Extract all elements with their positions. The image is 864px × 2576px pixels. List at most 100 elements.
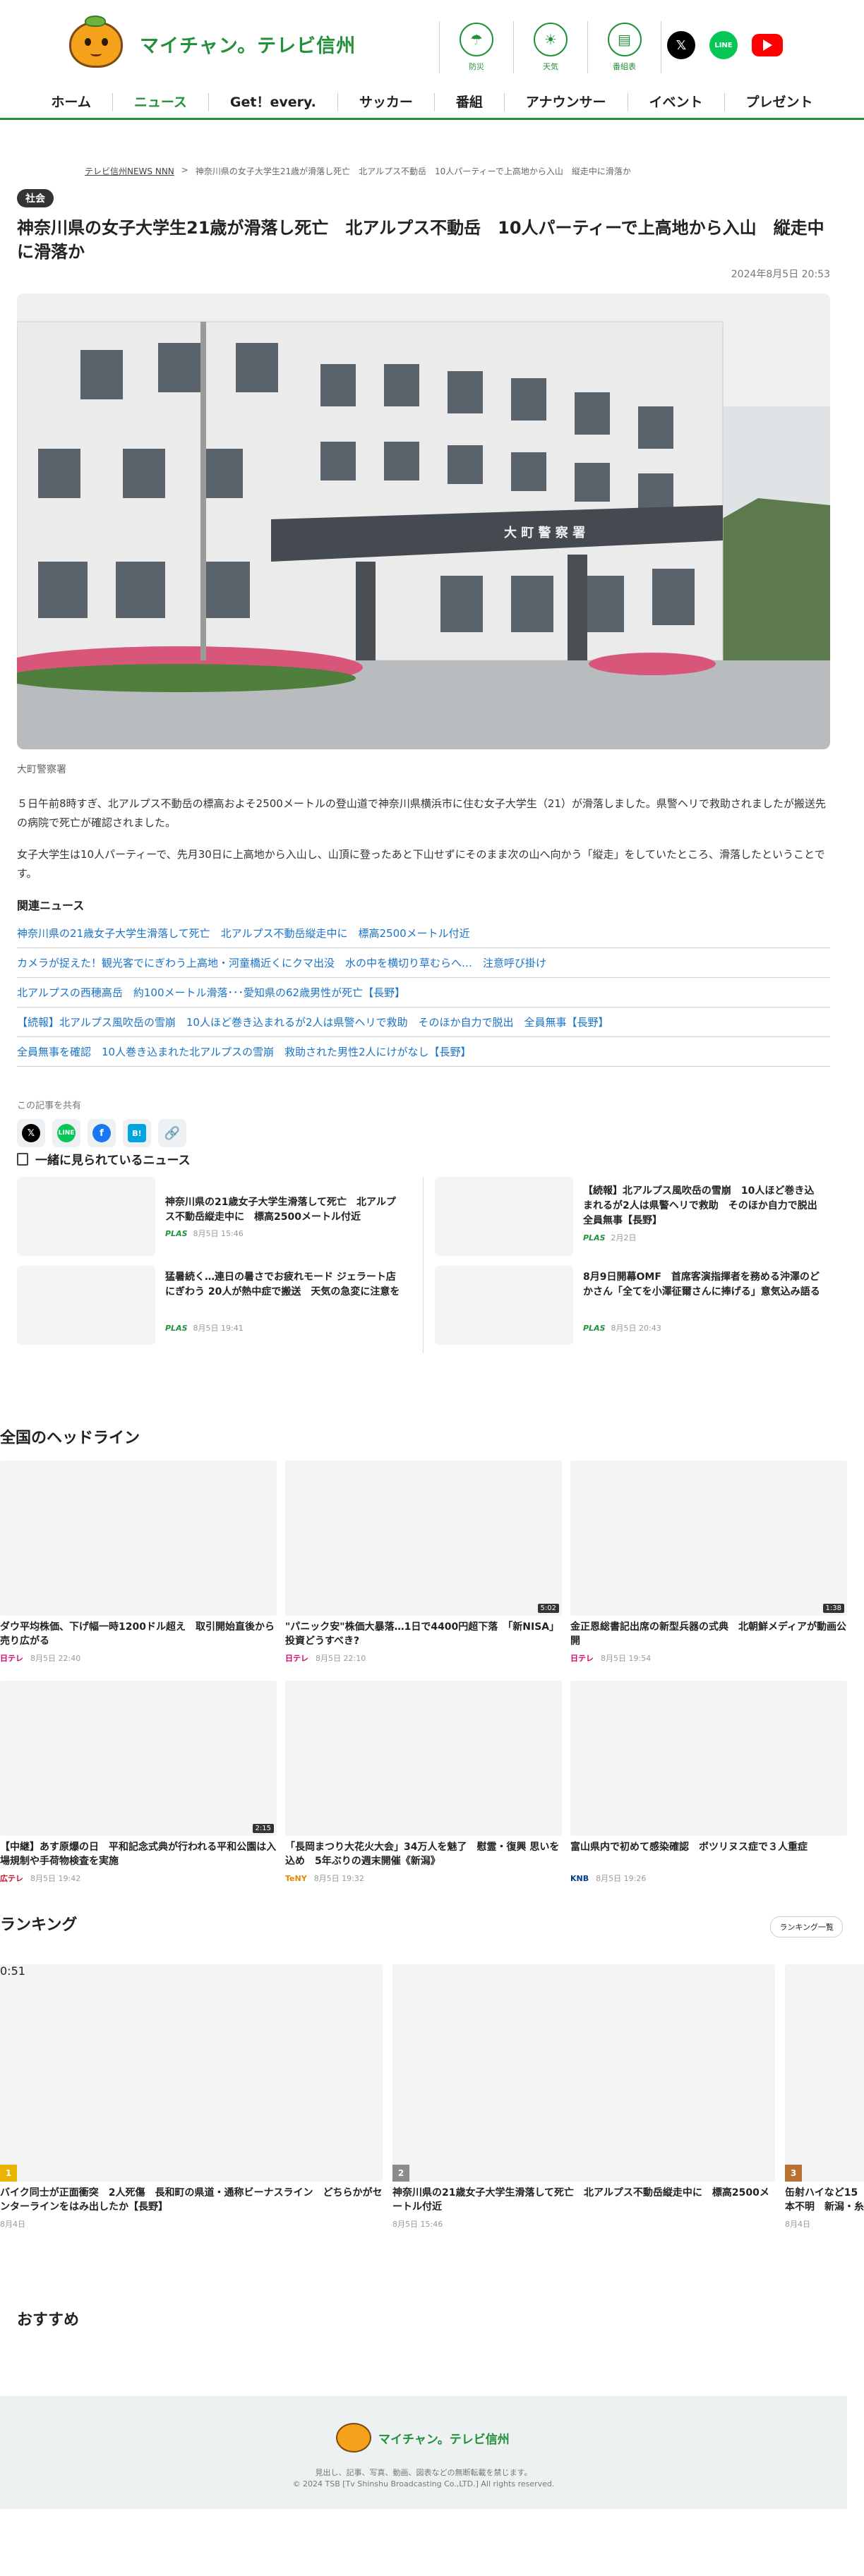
headline-card[interactable]: 「長岡まつり大花火大会」34万人を魅了 慰霊・復興 思いを込め 5年ぶりの週末開… [285, 1681, 562, 1884]
card-title: "パニック安"株価大暴落…1日で4400円超下落 「新NISA」投資どうすべき? [285, 1621, 560, 1647]
line-icon[interactable]: LINE [709, 31, 738, 59]
seen-together-card[interactable]: 【続報】北アルプス風吹岳の雪崩 10人ほど巻き込まれるが2人は県警ヘリで救助 そ… [435, 1177, 830, 1256]
nav-presents[interactable]: プレゼント [724, 93, 834, 111]
video-duration: 1:38 [822, 1604, 844, 1613]
thumbnail: 3 [785, 1964, 864, 2182]
related-news-link[interactable]: 【続報】北アルプス風吹岳の雪崩 10人ほど巻き込まれるが2人は県警ヘリで救助 そ… [17, 1008, 830, 1037]
share-hatena-button[interactable]: B! [123, 1119, 151, 1147]
util-bousai[interactable]: ☂ 防災 [439, 21, 513, 73]
card-title: 神奈川県の21歳女子大学生滑落して死亡 北アルプス不動岳縦走中に 標高2500メ… [165, 1197, 396, 1223]
nav-getevery[interactable]: Get！every. [208, 93, 337, 111]
ranking-card[interactable]: 3 缶射ハイなど15本不明 新潟・糸魚 8月4日 [785, 1964, 864, 2230]
card-title: ダウ平均株価、下げ幅一時1200ドル超え 取引開始直後から売り広がる [0, 1621, 275, 1647]
card-title: 8月9日開幕OMF 首席客演指揮者を務める沖澤のどかさん「全てを小澤征爾さんに捧… [583, 1271, 820, 1298]
site-footer: マイチャン。テレビ信州 見出し、記事、写真、動画、図表などの無断転載を禁じます。… [0, 2396, 847, 2509]
thumbnail: 1 0:51 [0, 1964, 383, 2182]
article-title: 神奈川県の女子大学生21歳が滑落し死亡 北アルプス不動岳 10人パーティーで上高… [17, 218, 824, 262]
card-title: バイク同士が正面衝突 2人死傷 長和町の県道・通称ビーナスライン どちらかがセン… [0, 2187, 383, 2213]
card-meta: PLAS 8月5日 15:46 [165, 1229, 244, 1238]
util-label: 番組表 [613, 62, 636, 71]
thumbnail: 2 [392, 1964, 775, 2182]
rank-number: 1 [0, 2165, 17, 2182]
seen-together-grid: 神奈川県の21歳女子大学生滑落して死亡 北アルプス不動岳縦走中に 標高2500メ… [17, 1177, 830, 1353]
seen-together-card[interactable]: 猛暑続く…連日の暑さでお疲れモード ジェラート店にぎわう 20人が熱中症で搬送 … [17, 1266, 412, 1345]
thumbnail [17, 1177, 155, 1256]
hero-image: 大 町 警 察 署 [17, 294, 830, 749]
card-meta: 広テレ 8月5日 19:42 [0, 1874, 81, 1883]
youtube-icon[interactable] [752, 34, 783, 56]
category-badge[interactable]: 社会 [17, 189, 54, 207]
mascot-icon [336, 2423, 371, 2453]
card-meta: 日テレ 8月5日 22:10 [285, 1654, 366, 1663]
card-title: 【中継】あす原爆の日 平和記念式典が行われる平和公園は入場規制や手荷物検査を実施 [0, 1842, 277, 1867]
publish-date: 2024年8月5日 20:53 [731, 269, 830, 280]
utility-links: ☂ 防災 ☀ 天気 ▤ 番組表 [439, 21, 661, 73]
seen-together-card[interactable]: 神奈川県の21歳女子大学生滑落して死亡 北アルプス不動岳縦走中に 標高2500メ… [17, 1177, 412, 1256]
thumbnail [0, 1461, 277, 1616]
share-line-button[interactable]: LINE [52, 1119, 80, 1147]
x-icon[interactable]: 𝕏 [667, 31, 695, 59]
book-icon: ▤ [607, 23, 642, 56]
breadcrumb-home[interactable]: テレビ信州NEWS NNN [85, 165, 174, 177]
card-meta: PLAS 2月2日 [583, 1233, 637, 1242]
related-news-link[interactable]: カメラが捉えた！観光客でにぎわう上高地・河童橋近くにクマ出没 水の中を横切り草む… [17, 948, 830, 978]
seen-together-title: 一緒に見られているニュース [17, 1150, 191, 1168]
card-title: 金正恩総書記出席の新型兵器の式典 北朝鮮メディアが動画公開 [570, 1621, 847, 1647]
thumbnail [570, 1681, 847, 1836]
line-icon: LINE [57, 1124, 76, 1142]
social-links: 𝕏 LINE [667, 31, 783, 59]
video-duration: 2:15 [252, 1824, 274, 1833]
article-paragraph: 女子大学生は10人パーティーで、先月30日に上高地から入山し、山頂に登ったあと下… [17, 848, 825, 880]
thumbnail [285, 1681, 562, 1836]
footer-copyright: © 2024 TSB [Tv Shinshu Broadcasting Co.,… [292, 2479, 555, 2489]
nav-soccer[interactable]: サッカー [337, 93, 434, 111]
rank-number: 2 [392, 2165, 409, 2182]
card-meta: PLAS 8月5日 20:43 [583, 1324, 661, 1333]
hatena-icon: B! [128, 1124, 146, 1142]
hero-sign-text: 大 町 警 察 署 [504, 525, 585, 540]
share-x-button[interactable]: 𝕏 [17, 1119, 45, 1147]
thumbnail [435, 1266, 573, 1345]
footer-logo[interactable]: マイチャン。テレビ信州 [336, 2423, 510, 2453]
ranking-card[interactable]: 2 神奈川県の21歳女子大学生滑落して死亡 北アルプス不動岳縦走中に 標高250… [392, 1964, 775, 2230]
related-news-link[interactable]: 神奈川県の21歳女子大学生滑落して死亡 北アルプス不動岳縦走中に 標高2500メ… [17, 919, 830, 948]
ranking-card[interactable]: 1 0:51 バイク同士が正面衝突 2人死傷 長和町の県道・通称ビーナスライン … [0, 1964, 383, 2230]
facebook-icon: f [92, 1124, 111, 1142]
nav-programs[interactable]: 番組 [433, 93, 504, 111]
copy-link-button[interactable]: 🔗 [158, 1119, 186, 1147]
headline-card[interactable]: ダウ平均株価、下げ幅一時1200ドル超え 取引開始直後から売り広がる 日テレ 8月… [0, 1461, 277, 1664]
headline-card[interactable]: 1:38 金正恩総書記出席の新型兵器の式典 北朝鮮メディアが動画公開 日テレ 8月… [570, 1461, 847, 1664]
nav-announcers[interactable]: アナウンサー [503, 93, 628, 111]
seen-together-card[interactable]: 8月9日開幕OMF 首席客演指揮者を務める沖澤のどかさん「全てを小澤征爾さんに捧… [435, 1266, 830, 1345]
nav-news[interactable]: ニュース [112, 93, 208, 111]
card-title: 缶射ハイなど15本不明 新潟・糸魚 [785, 2187, 864, 2213]
card-title: 富山県内で初めて感染確認 ボツリヌス症で３人重症 [570, 1842, 808, 1853]
headline-card[interactable]: 2:15 【中継】あす原爆の日 平和記念式典が行われる平和公園は入場規制や手荷物… [0, 1681, 277, 1884]
breadcrumb-separator: > [181, 165, 188, 175]
thumbnail: 5:02 [285, 1461, 562, 1616]
headlines-title: 全国のヘッドライン [0, 1429, 140, 1447]
breadcrumb: テレビ信州NEWS NNN > 神奈川県の女子大学生21歳が滑落し死亡 北アルプ… [85, 165, 631, 177]
site-logo[interactable]: マイチャン。テレビ信州 [64, 16, 356, 72]
breadcrumb-current: 神奈川県の女子大学生21歳が滑落し死亡 北アルプス不動岳 10人パーティーで上高… [195, 167, 631, 176]
card-date: 8月4日 [785, 2220, 810, 2229]
related-news-link[interactable]: 北アルプスの西穂高岳 約100メートル滑落･･･愛知県の62歳男性が死亡【長野】 [17, 978, 830, 1008]
share-facebook-button[interactable]: f [88, 1119, 116, 1147]
util-weather[interactable]: ☀ 天気 [513, 21, 587, 73]
related-news-link[interactable]: 全員無事を確認 10人巻き込まれた北アルプスの雪崩 救助された男性2人にけがなし… [17, 1037, 830, 1067]
hero-caption: 大町警察署 [17, 764, 66, 775]
headline-card[interactable]: 5:02 "パニック安"株価大暴落…1日で4400円超下落 「新NISA」投資ど… [285, 1461, 562, 1664]
nav-home[interactable]: ホーム [30, 93, 112, 111]
nav-events[interactable]: イベント [627, 93, 724, 111]
util-program-guide[interactable]: ▤ 番組表 [587, 21, 661, 73]
umbrella-icon: ☂ [460, 23, 493, 56]
card-meta: PLAS 8月5日 19:41 [165, 1324, 244, 1333]
ranking-more-button[interactable]: ランキング一覧 [770, 1916, 843, 1937]
card-meta: 日テレ 8月5日 22:40 [0, 1654, 81, 1663]
x-icon: 𝕏 [22, 1124, 40, 1142]
thumbnail [17, 1266, 155, 1345]
card-meta: TeNY 8月5日 19:32 [285, 1873, 364, 1884]
site-header: マイチャン。テレビ信州 ☂ 防災 ☀ 天気 ▤ 番組表 𝕏 LINE ホーム ニ… [0, 0, 864, 120]
logo-text: マイチャン。テレビ信州 [140, 35, 356, 57]
headline-card[interactable]: 富山県内で初めて感染確認 ボツリヌス症で３人重症 KNB 8月5日 19:26 [570, 1681, 847, 1884]
